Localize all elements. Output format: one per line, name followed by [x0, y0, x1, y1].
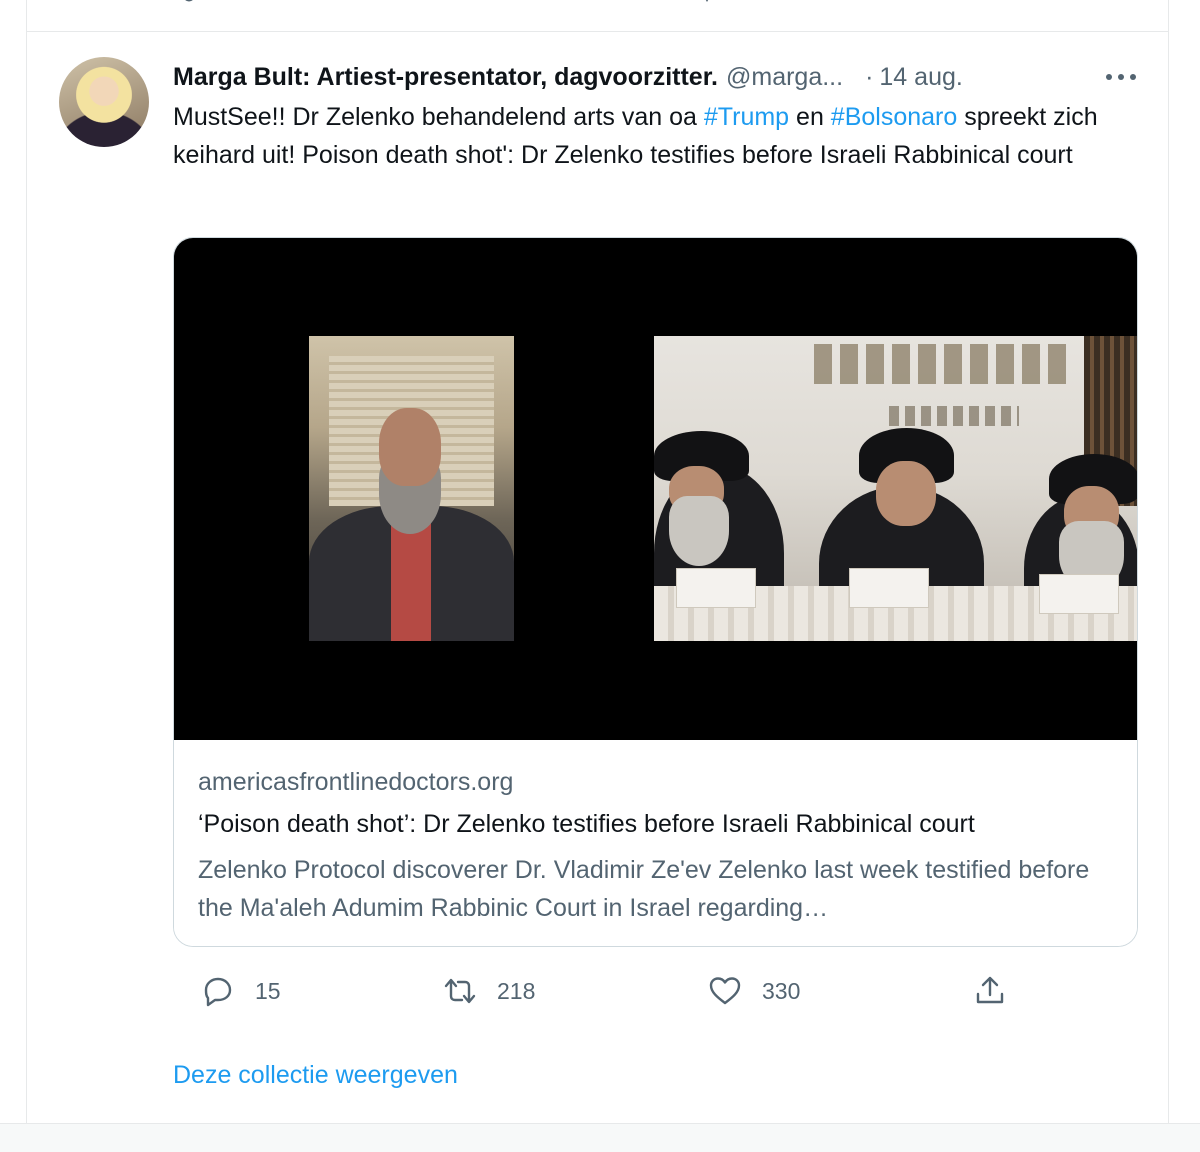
- heart-icon[interactable]: [695, 0, 719, 6]
- like-button[interactable]: 330: [708, 973, 800, 1009]
- tweet-actions: 15 218 330: [173, 973, 1004, 1009]
- retweet-button[interactable]: 218: [443, 973, 535, 1009]
- rabbi-beard: [669, 496, 729, 566]
- show-collection-link[interactable]: Deze collectie weergeven: [173, 1061, 458, 1090]
- tweet-text-part: en: [789, 103, 831, 131]
- person-shirt: [391, 516, 431, 641]
- person-head: [379, 408, 441, 486]
- like-count: 330: [762, 977, 801, 1004]
- tweet-text-part: MustSee!! Dr Zelenko behandelend arts va…: [173, 103, 704, 131]
- rabbi-face: [876, 461, 936, 526]
- nameplate: [676, 568, 756, 608]
- card-description: Zelenko Protocol discoverer Dr. Vladimir…: [198, 856, 1090, 922]
- column-border-right: [1168, 0, 1169, 1152]
- card-body[interactable]: americasfrontlinedoctors.org ‘Poison dea…: [174, 740, 1137, 946]
- video-frame-court: [654, 336, 1137, 641]
- tweet-header: Marga Bult: Artiest-presentator, dagvoor…: [173, 59, 1123, 95]
- link-card[interactable]: americasfrontlinedoctors.org ‘Poison dea…: [173, 237, 1138, 947]
- hashtag-link-trump[interactable]: #Trump: [704, 103, 789, 131]
- reply-icon: [204, 977, 232, 1007]
- wall-sign-small: [889, 406, 1019, 426]
- separator-dot: ·: [865, 63, 874, 91]
- retweet-icon[interactable]: [435, 0, 459, 6]
- share-icon[interactable]: [951, 0, 975, 6]
- author-handle[interactable]: @marga...: [726, 63, 843, 91]
- avatar[interactable]: [59, 57, 149, 147]
- tweet-date[interactable]: 14 aug.: [879, 63, 962, 91]
- nameplate: [1039, 574, 1119, 614]
- more-options-icon[interactable]: [1103, 67, 1139, 87]
- reply-button[interactable]: 15: [201, 973, 281, 1009]
- reply-icon[interactable]: [177, 0, 201, 6]
- tweet[interactable]: Marga Bult: Artiest-presentator, dagvoor…: [27, 33, 1168, 1123]
- video-frame-doctor: [309, 336, 514, 641]
- tweet-text: MustSee!! Dr Zelenko behandelend arts va…: [173, 98, 1123, 174]
- share-button[interactable]: [973, 973, 1007, 1009]
- nameplate: [849, 568, 929, 608]
- reply-count: 15: [255, 977, 281, 1004]
- heart-icon: [709, 977, 741, 1005]
- card-domain: americasfrontlinedoctors.org: [198, 768, 514, 796]
- card-image[interactable]: [174, 238, 1137, 740]
- wall-sign: [814, 344, 1074, 384]
- timeline-page: Marga Bult: Artiest-presentator, dagvoor…: [0, 0, 1200, 1152]
- previous-tweet-actions: [27, 0, 1168, 32]
- retweet-count: 218: [497, 977, 536, 1004]
- share-icon: [976, 976, 1004, 1004]
- hashtag-link-bolsonaro[interactable]: #Bolsonaro: [831, 103, 957, 131]
- retweet-icon: [444, 978, 476, 1004]
- next-section-divider: [0, 1123, 1200, 1152]
- card-title: ‘Poison death shot’: Dr Zelenko testifie…: [198, 810, 975, 838]
- author-name[interactable]: Marga Bult: Artiest-presentator, dagvoor…: [173, 63, 718, 91]
